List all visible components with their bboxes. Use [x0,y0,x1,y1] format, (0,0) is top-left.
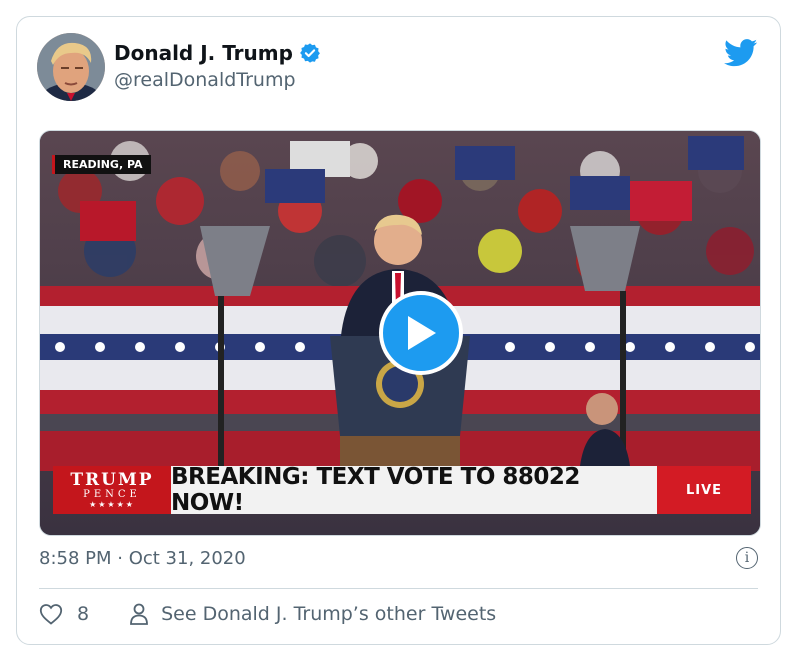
author-handle[interactable]: @realDonaldTrump [114,69,296,91]
live-badge: LIVE [657,466,751,514]
divider [39,588,758,589]
play-button[interactable] [379,291,463,375]
video-player[interactable]: READING, PA TRUMP PENCE ★★★★★ BREAKING: … [39,130,761,536]
logo-stars: ★★★★★ [89,500,135,509]
avatar[interactable] [37,33,105,101]
play-icon [408,316,436,350]
campaign-logo: TRUMP PENCE ★★★★★ [53,466,171,514]
news-ticker: TRUMP PENCE ★★★★★ BREAKING: TEXT VOTE TO… [53,464,751,516]
logo-line-1: TRUMP [70,470,154,490]
profile-link-label[interactable]: See Donald J. Trump’s other Tweets [161,603,496,625]
location-tag: READING, PA [52,155,151,174]
profile-link[interactable]: See Donald J. Trump’s other Tweets [129,603,496,625]
tweet-card[interactable]: Donald J. Trump @realDonaldTrump READING… [16,16,781,645]
tweet-actions: 8 See Donald J. Trump’s other Tweets [39,603,496,625]
logo-line-2: PENCE [83,489,141,500]
ticker-headline: BREAKING: TEXT VOTE TO 88022 NOW! [171,464,657,516]
heart-icon[interactable] [39,603,63,625]
person-icon [130,603,148,625]
twitter-bird-icon[interactable] [724,39,758,67]
tweet-timestamp[interactable]: 8:58 PM · Oct 31, 2020 [39,548,246,569]
author-name[interactable]: Donald J. Trump [114,41,293,65]
info-icon[interactable]: i [736,547,758,569]
verified-badge-icon [300,43,320,63]
like-count[interactable]: 8 [77,603,89,625]
author-row[interactable]: Donald J. Trump [114,41,321,65]
